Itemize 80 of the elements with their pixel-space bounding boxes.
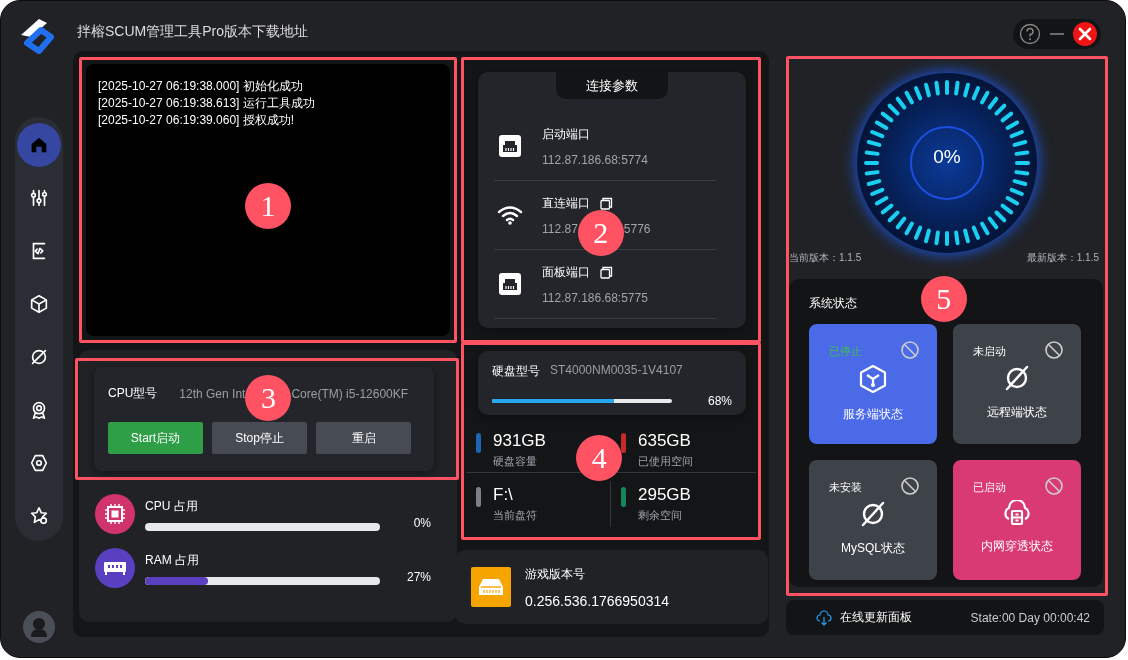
usage-label: RAM 占用	[145, 551, 200, 569]
nav-icon	[28, 452, 50, 474]
latest-version: 最新版本：1.1.5	[1026, 251, 1099, 265]
cube-icon	[859, 364, 887, 394]
log-line: [2025-10-27 06:19:38.000] 初始化成功	[98, 78, 304, 95]
status-text: 已停止	[829, 344, 862, 359]
status-text: 未安装	[829, 480, 862, 495]
stat-value: 931GB	[493, 431, 546, 451]
stat-value: F:\	[493, 485, 514, 505]
usage-reading: 27%	[406, 570, 432, 584]
status-text: 已启动	[973, 480, 1006, 495]
cloud-server-icon	[1002, 500, 1032, 526]
version-value: 0.256.536.1766950314	[525, 592, 670, 609]
nav-icon	[28, 187, 50, 209]
log-line: [2025-10-27 06:19:39.060] 授权成功!	[98, 112, 296, 129]
version-label: 游戏版本号	[525, 565, 586, 583]
annotation-marker: 2	[577, 209, 624, 256]
annotation-marker: 3	[245, 374, 292, 421]
status-tile[interactable]: 已停止 服务端状态	[809, 324, 937, 444]
copy-icon[interactable]	[600, 265, 613, 279]
stat-label: 剩余空间	[638, 508, 683, 523]
stat-label: 当前盘符	[493, 508, 537, 523]
ethernet-port-icon	[499, 273, 521, 295]
usage-label: CPU 占用	[145, 497, 199, 515]
minimize-icon[interactable]	[1049, 32, 1065, 36]
stat-value: 635GB	[638, 431, 692, 451]
current-version: 当前版本：1.1.5	[789, 251, 862, 265]
stat-value: 295GB	[638, 485, 691, 505]
prohibited-icon	[1045, 477, 1063, 495]
drive-icon	[471, 567, 511, 607]
port-label: 直连端口	[542, 194, 590, 212]
stat-label: 硬盘容量	[493, 454, 538, 469]
update-button[interactable]: 在线更新面板	[816, 609, 912, 626]
status-tile[interactable]: 未安装 MySQL状态	[809, 460, 937, 580]
tile-label: 远程端状态	[987, 404, 1047, 421]
value-text: 12th Gen Int	[179, 386, 246, 401]
card-title: 连接参数	[556, 72, 668, 99]
ethernet-port-icon	[499, 135, 521, 157]
disk-reading: 68%	[707, 394, 732, 408]
wifi-icon	[497, 205, 523, 225]
usage-reading: 0%	[413, 516, 432, 530]
value-text: 5776	[623, 221, 651, 236]
help-icon[interactable]	[1019, 23, 1041, 45]
cloud-download-icon	[816, 609, 832, 626]
value-text: Core(TM) i5-12600KF	[291, 386, 409, 401]
disk-label: 硬盘型号	[492, 363, 540, 380]
panel-title: 系统状态	[809, 295, 857, 312]
value-text: 112.87.186.68:5775	[542, 290, 648, 305]
gauge-reading: 0%	[933, 146, 961, 168]
nav-icon	[28, 505, 50, 527]
status-text: 未启动	[973, 344, 1006, 359]
close-icon[interactable]	[1073, 22, 1097, 46]
memory-icon	[95, 548, 135, 588]
log-line: [2025-10-27 06:19:38.613] 运行工具成功	[98, 95, 316, 112]
status-tile[interactable]: 未启动 远程端状态	[953, 324, 1081, 444]
person-icon	[30, 617, 48, 637]
copy-icon[interactable]	[600, 196, 613, 210]
planet-icon	[859, 500, 887, 528]
window-title: 拌榕SCUM管理工具Pro版本下载地址	[77, 23, 308, 41]
disk-model: ST4000NM0035-1V4107	[550, 363, 683, 379]
port-label: 启动端口	[542, 125, 590, 143]
action-button[interactable]: Stop停止	[212, 422, 307, 454]
value-text: 112.87.186.68:5774	[542, 152, 648, 167]
chip-icon	[95, 494, 135, 534]
prohibited-icon	[1045, 341, 1063, 359]
prohibited-icon	[901, 477, 919, 495]
stat-label: 已使用空间	[638, 454, 693, 469]
status-tile[interactable]: 已启动 内网穿透状态	[953, 460, 1081, 580]
uptime-text: State:00 Day 00:00:42	[970, 610, 1090, 625]
planet-icon	[1003, 364, 1031, 392]
tile-label: MySQL状态	[841, 540, 905, 557]
prohibited-icon	[901, 341, 919, 359]
action-button[interactable]: 重启	[316, 422, 411, 454]
port-label: 面板端口	[542, 263, 590, 281]
annotation-marker: 4	[576, 435, 623, 482]
tile-label: 服务端状态	[843, 406, 903, 423]
cpu-label: CPU型号	[108, 385, 158, 402]
tile-label: 内网穿透状态	[981, 538, 1053, 555]
nav-icon	[28, 293, 50, 315]
value-text: 112.87	[542, 221, 578, 236]
